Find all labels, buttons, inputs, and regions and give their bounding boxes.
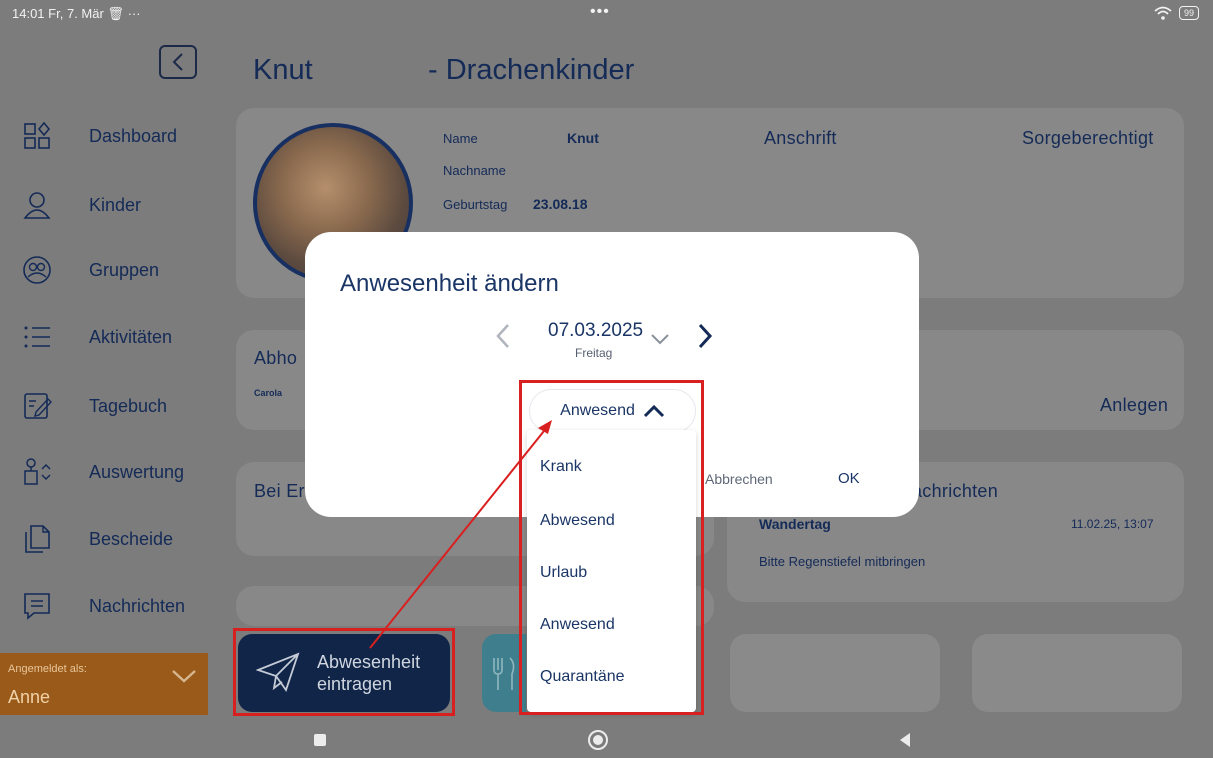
system-nav-bar [208, 726, 1213, 758]
annotation-arrow [369, 420, 552, 649]
recents-icon[interactable] [313, 733, 327, 747]
home-icon[interactable] [586, 728, 610, 752]
back-icon[interactable] [898, 732, 912, 748]
